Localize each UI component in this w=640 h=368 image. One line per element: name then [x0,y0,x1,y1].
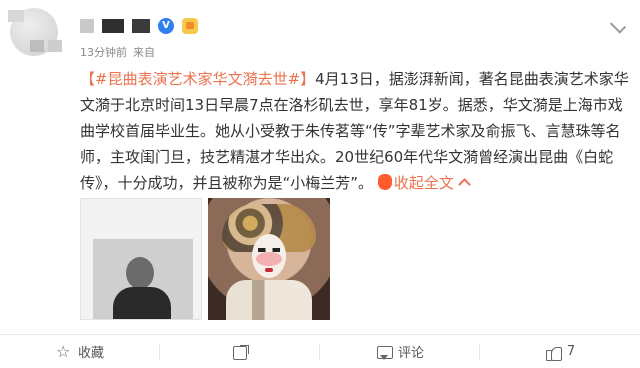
post-actions: 收藏 评论 7 [0,335,640,368]
like-count: 7 [566,344,576,359]
comment-icon [376,344,393,360]
opera-robe [226,280,312,320]
post-header: V 13分钟前 来自 [0,0,640,66]
crown-icon [182,18,198,34]
fire-icon [377,174,392,190]
comment-button[interactable]: 评论 [320,335,480,368]
post-meta: 13分钟前 来自 [80,44,155,60]
favorite-button[interactable]: 收藏 [0,335,160,368]
post-timestamp: 13分钟前 [80,46,127,59]
opera-eyes [258,248,280,252]
opera-mouth [265,268,273,272]
comment-label: 评论 [397,346,424,361]
chevron-down-icon[interactable] [608,16,626,32]
chevron-up-icon [457,178,471,191]
post-text: 【#昆曲表演艺术家华文漪去世#】4月13日，据澎湃新闻，著名昆曲表演艺术家华文漪… [80,66,636,196]
collapse-label: 收起全文 [393,174,454,192]
post-body: 4月13日，据澎湃新闻，著名昆曲表演艺术家华文漪于北京时间13日早晨7点在洛杉矶… [80,70,629,192]
like-icon [545,344,562,361]
username-redacted[interactable]: V [80,18,198,34]
opera-cheek [256,252,282,266]
image-thumbnail-person [126,257,154,289]
image-thumbnail-person [113,287,171,319]
avatar-mosaic [8,10,24,22]
username-block [102,19,124,33]
favorite-label: 收藏 [77,346,104,361]
like-button[interactable]: 7 [480,335,640,368]
share-button[interactable] [160,335,320,368]
post-source[interactable]: 来自 [133,44,155,60]
share-icon [232,344,248,360]
image-thumbnail[interactable] [208,198,330,320]
username-block [80,19,94,33]
star-icon [56,342,72,361]
avatar-mosaic [48,40,62,52]
verified-icon: V [158,18,174,34]
hashtag-link[interactable]: 【#昆曲表演艺术家华文漪去世#】 [80,70,315,88]
username-block [132,19,150,33]
collapse-link[interactable]: 收起全文 [377,174,471,192]
image-thumbnail[interactable] [80,198,202,320]
avatar-mosaic [30,40,44,52]
post-images [80,198,330,320]
